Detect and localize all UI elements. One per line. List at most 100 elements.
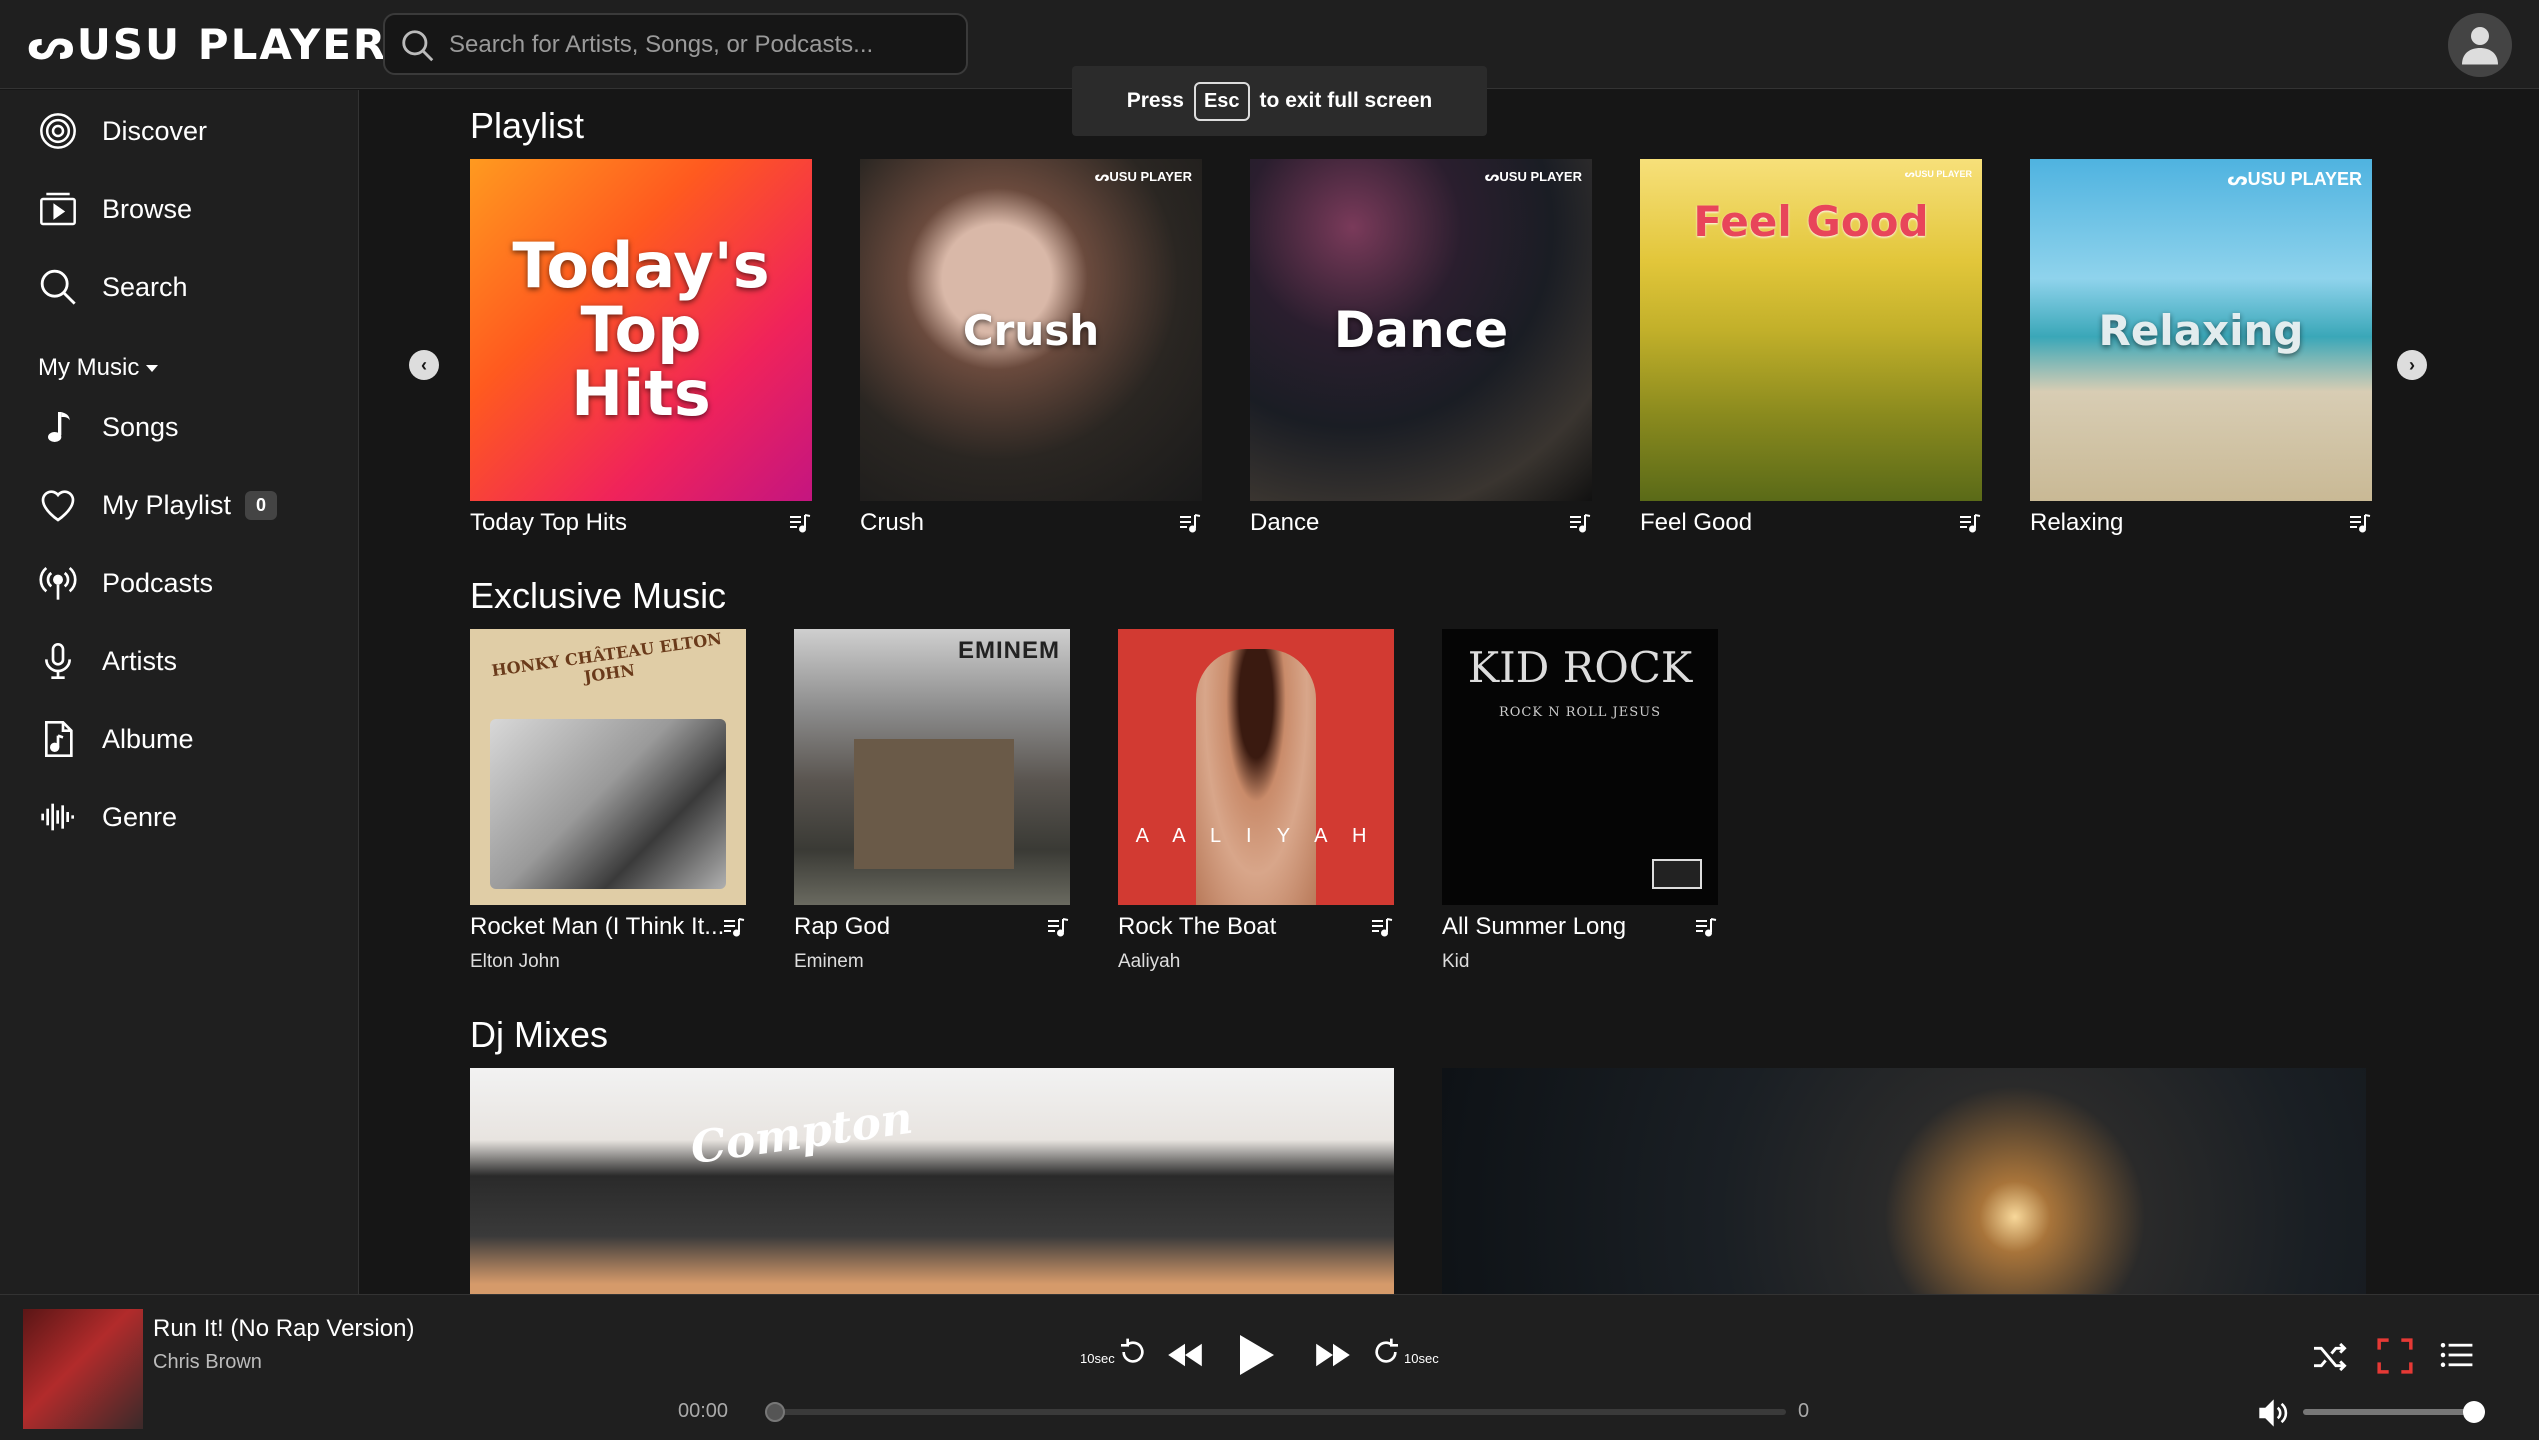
user-icon <box>2462 27 2498 65</box>
fullscreen-notice-text: to exit full screen <box>1259 89 1433 112</box>
rewind-10-button[interactable]: 10sec <box>1080 1335 1149 1369</box>
fullscreen-button[interactable] <box>2375 1337 2415 1375</box>
now-playing-cover[interactable] <box>23 1309 143 1429</box>
playlist-cover[interactable]: ᔕUSU PLAYER Crush <box>860 159 1202 501</box>
volume-slider[interactable] <box>2303 1401 2485 1423</box>
forward-10-button[interactable]: 10sec <box>1370 1335 1439 1369</box>
add-to-queue-icon[interactable] <box>1958 511 1982 535</box>
volume-button[interactable] <box>2258 1399 2292 1427</box>
queue-button[interactable] <box>2440 1341 2474 1369</box>
progress-bar[interactable] <box>765 1402 1786 1422</box>
add-to-queue-icon[interactable] <box>1694 915 1718 939</box>
album-cover[interactable]: KID ROCK ROCK N ROLL JESUS <box>1442 629 1718 905</box>
previous-icon <box>1168 1343 1202 1367</box>
exclusive-card[interactable]: HONKY CHÂTEAU ELTON JOHN Rocket Man (I T… <box>470 629 746 973</box>
podcast-icon <box>39 566 77 600</box>
add-to-queue-icon[interactable] <box>2348 511 2372 535</box>
now-playing-title: Run It! (No Rap Version) <box>153 1315 415 1342</box>
next-button[interactable] <box>1313 1341 1353 1369</box>
user-avatar[interactable] <box>2448 13 2512 77</box>
sidebar-item-songs[interactable]: Songs <box>38 402 179 452</box>
carousel-prev-button[interactable]: ‹ <box>409 350 439 380</box>
add-to-queue-icon[interactable] <box>722 915 746 939</box>
sidebar-item-label: Artists <box>102 645 178 676</box>
add-to-queue-icon[interactable] <box>1178 511 1202 535</box>
sidebar-item-label: Browse <box>102 193 193 224</box>
search-bar[interactable] <box>383 13 968 75</box>
album-cover[interactable]: A A L I Y A H <box>1118 629 1394 905</box>
main-content: Playlist ‹ › Today's Top Hits Today Top … <box>360 90 2539 1294</box>
playlist-card-feel-good[interactable]: ᔕUSU PLAYER Feel Good Feel Good <box>1640 159 1982 541</box>
playlist-cover[interactable]: ᔕUSU PLAYER Relaxing <box>2030 159 2372 501</box>
time-current: 00:00 <box>678 1400 729 1422</box>
sidebar-item-label: My Playlist <box>102 489 232 520</box>
album-cover[interactable]: HONKY CHÂTEAU ELTON JOHN <box>470 629 746 905</box>
cover-watermark: ᔕUSU PLAYER <box>1904 169 1972 179</box>
exclusive-card[interactable]: A A L I Y A H Rock The Boat Aaliyah <box>1118 629 1394 973</box>
sidebar-item-podcasts[interactable]: Podcasts <box>38 558 213 608</box>
cover-watermark: ᔕUSU PLAYER <box>2227 169 2362 189</box>
playlist-cover[interactable]: Today's Top Hits <box>470 159 812 501</box>
previous-button[interactable] <box>1165 1341 1205 1369</box>
add-to-queue-icon[interactable] <box>1568 511 1592 535</box>
shuffle-icon <box>2314 1342 2347 1372</box>
track-artist: Aaliyah <box>1118 951 1181 972</box>
playlist-count-badge: 0 <box>245 490 278 520</box>
exclusive-card[interactable]: EMINEM Rap God Eminem <box>794 629 1070 973</box>
playlist-card-dance[interactable]: ᔕUSU PLAYER Dance Dance <box>1250 159 1592 541</box>
my-music-dropdown[interactable]: My Music <box>38 354 159 382</box>
music-file-icon <box>45 721 73 757</box>
cover-text: Relaxing <box>2098 305 2304 355</box>
cap-text: Compton <box>687 1092 916 1175</box>
add-to-queue-icon[interactable] <box>788 511 812 535</box>
progress-knob[interactable] <box>765 1402 785 1422</box>
volume-knob[interactable] <box>2463 1401 2485 1423</box>
music-note-icon <box>48 412 70 442</box>
sidebar-item-albume[interactable]: Albume <box>38 714 194 764</box>
cover-text: KID ROCK <box>1467 643 1693 692</box>
sidebar-item-search[interactable]: Search <box>38 262 188 312</box>
playlist-card-today-top-hits[interactable]: Today's Top Hits Today Top Hits <box>470 159 812 541</box>
volume-icon <box>2259 1399 2288 1427</box>
sidebar-item-label: Songs <box>102 411 179 442</box>
track-artist: Elton John <box>470 951 560 972</box>
heart-icon <box>41 490 75 522</box>
sidebar-item-browse[interactable]: Browse <box>38 184 192 234</box>
playlist-name: Today Top Hits <box>470 509 627 536</box>
play-button[interactable] <box>1236 1333 1276 1377</box>
caret-down-icon <box>146 365 159 372</box>
track-title: All Summer Long <box>1442 913 1627 940</box>
browse-icon <box>40 192 76 226</box>
sidebar-item-genre[interactable]: Genre <box>38 792 177 842</box>
playlist-cover[interactable]: ᔕUSU PLAYER Feel Good <box>1640 159 1982 501</box>
cover-text: Today's Top Hits <box>512 229 770 430</box>
app-logo[interactable]: ᔕUSU PLAYER <box>27 20 387 69</box>
sidebar-item-label: Discover <box>102 115 208 146</box>
forward-10-icon <box>1375 1338 1398 1363</box>
sidebar-item-my-playlist[interactable]: My Playlist 0 <box>38 480 278 530</box>
carousel-next-button[interactable]: › <box>2397 350 2427 380</box>
sidebar-item-label: Albume <box>102 723 194 754</box>
sidebar-item-artists[interactable]: Artists <box>38 636 177 686</box>
track-title: Rap God <box>794 913 891 940</box>
search-input[interactable] <box>449 27 949 63</box>
add-to-queue-icon[interactable] <box>1370 915 1394 939</box>
parental-advisory-label <box>1652 859 1702 889</box>
dj-mix-card[interactable]: Compton <box>470 1068 1394 1294</box>
soundwave-icon <box>41 803 74 831</box>
playlist-card-relaxing[interactable]: ᔕUSU PLAYER Relaxing Relaxing <box>2030 159 2372 541</box>
album-cover[interactable]: EMINEM <box>794 629 1070 905</box>
fullscreen-icon <box>2377 1338 2413 1374</box>
shuffle-button[interactable] <box>2312 1341 2348 1373</box>
exclusive-card[interactable]: KID ROCK ROCK N ROLL JESUS All Summer Lo… <box>1442 629 1718 973</box>
time-total: 0 <box>1798 1400 1810 1422</box>
cover-text: A A L I Y A H <box>1135 825 1377 847</box>
playlist-card-crush[interactable]: ᔕUSU PLAYER Crush Crush <box>860 159 1202 541</box>
fullscreen-notice-press: Press <box>1126 89 1184 112</box>
add-to-queue-icon[interactable] <box>1046 915 1070 939</box>
cover-watermark: ᔕUSU PLAYER <box>1484 169 1582 184</box>
track-title: Rocket Man (I Think It... <box>470 913 725 940</box>
dj-mix-card[interactable] <box>1442 1068 2366 1294</box>
sidebar-item-discover[interactable]: Discover <box>38 106 207 156</box>
playlist-cover[interactable]: ᔕUSU PLAYER Dance <box>1250 159 1592 501</box>
